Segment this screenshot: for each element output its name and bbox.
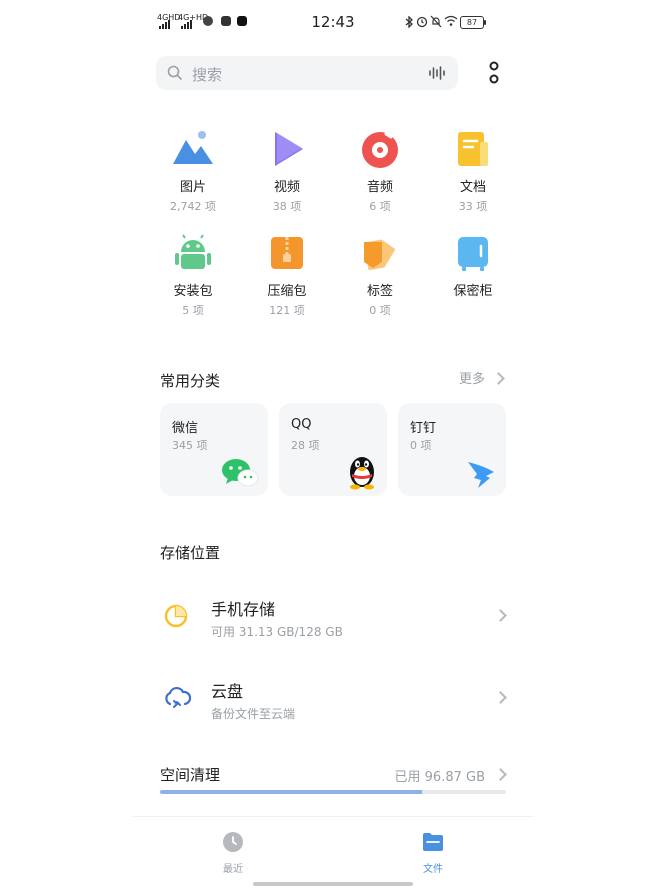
wechat-icon: [222, 459, 259, 487]
storage-item-phone[interactable]: 手机存储 可用 31.13 GB/128 GB: [133, 588, 533, 658]
category-videos[interactable]: 视频 38 项: [240, 128, 334, 214]
category-name: 图片: [179, 180, 206, 195]
category-count: 121 项: [269, 304, 305, 317]
image-icon: [171, 128, 215, 172]
category-name: 文档: [459, 180, 486, 195]
file-manager-screen: 4GHD 4G+HD 12:43 87 搜索 图片 2,742 项 视频 38 …: [133, 0, 533, 888]
android-icon: [171, 232, 215, 276]
clock-icon: [223, 832, 243, 852]
bottom-nav: 最近 文件: [133, 816, 533, 888]
chevron-right-icon: [492, 372, 505, 385]
zip-icon: [265, 232, 309, 276]
search-icon: [167, 65, 182, 80]
status-bar: 4GHD 4G+HD 12:43 87: [133, 0, 533, 44]
category-name: 音频: [366, 180, 393, 195]
category-audio[interactable]: 音频 6 项: [333, 128, 427, 214]
category-name: 压缩包: [267, 284, 307, 299]
app-name: QQ: [291, 417, 312, 432]
mute-icon: [430, 15, 442, 28]
app-card-wechat[interactable]: 微信 345 项: [160, 403, 268, 496]
wifi-icon: [444, 15, 458, 26]
storage-detail: 可用 31.13 GB/128 GB: [211, 625, 343, 639]
cleanup-used: 已用 96.87 GB: [394, 770, 485, 785]
tag-icon: [358, 232, 402, 276]
folder-icon: [423, 833, 443, 851]
chevron-right-icon: [494, 691, 507, 704]
category-count: 5 项: [182, 304, 204, 317]
more-label: 更多: [458, 372, 485, 387]
search-placeholder: 搜索: [192, 66, 223, 84]
storage-section-title: 存储位置: [160, 544, 221, 562]
more-options-icon[interactable]: [485, 60, 503, 86]
category-documents[interactable]: 文档 33 项: [426, 128, 520, 214]
category-count: 33 项: [458, 200, 488, 213]
category-name: 视频: [273, 180, 300, 195]
category-count: 38 项: [272, 200, 302, 213]
storage-usage-fill: [160, 790, 422, 794]
category-archives[interactable]: 压缩包 121 项: [240, 232, 334, 318]
category-images[interactable]: 图片 2,742 项: [146, 128, 240, 214]
storage-item-cloud[interactable]: 云盘 备份文件至云端: [133, 670, 533, 740]
voice-search-icon[interactable]: [428, 66, 446, 80]
music-icon: [358, 128, 402, 172]
app-card-qq[interactable]: QQ 28 项: [279, 403, 387, 496]
nav-label: 最近: [223, 864, 243, 875]
safe-icon: [451, 232, 495, 276]
document-icon: [451, 128, 495, 172]
category-tags[interactable]: 标签 0 项: [333, 232, 427, 318]
storage-detail: 备份文件至云端: [211, 707, 296, 721]
bluetooth-icon: [405, 16, 413, 28]
alarm-icon: [416, 16, 428, 28]
qq-icon: [350, 457, 374, 490]
category-name: 标签: [366, 284, 393, 299]
nav-recent[interactable]: 最近: [203, 831, 263, 875]
category-count: 2,742 项: [170, 200, 216, 213]
video-icon: [265, 128, 309, 172]
category-name: 保密柜: [453, 284, 493, 299]
app-count: 345 项: [172, 439, 208, 452]
dingtalk-icon: [468, 462, 494, 488]
search-bar[interactable]: 搜索: [156, 56, 458, 90]
app-count: 28 项: [291, 439, 320, 452]
app-name: 微信: [172, 421, 199, 436]
chevron-right-icon: [494, 609, 507, 622]
storage-name: 云盘: [211, 682, 244, 701]
category-count: 0 项: [369, 304, 391, 317]
nav-files[interactable]: 文件: [403, 831, 463, 875]
category-count: 6 项: [369, 200, 391, 213]
storage-usage-bar: [160, 790, 506, 794]
category-safe[interactable]: 保密柜: [426, 232, 520, 302]
pie-chart-icon: [164, 604, 188, 628]
category-name: 安装包: [173, 284, 213, 299]
home-indicator[interactable]: [253, 882, 413, 886]
battery-indicator: 87: [460, 16, 486, 29]
nav-label: 文件: [423, 864, 443, 875]
common-section-title: 常用分类: [160, 372, 221, 390]
storage-name: 手机存储: [211, 600, 276, 619]
cloud-sync-icon: [165, 686, 191, 708]
category-apks[interactable]: 安装包 5 项: [146, 232, 240, 318]
app-name: 钉钉: [410, 421, 437, 436]
app-card-dingtalk[interactable]: 钉钉 0 项: [398, 403, 506, 496]
chevron-right-icon: [494, 768, 507, 781]
cleanup-title: 空间清理: [160, 766, 221, 784]
app-count: 0 项: [410, 439, 432, 452]
